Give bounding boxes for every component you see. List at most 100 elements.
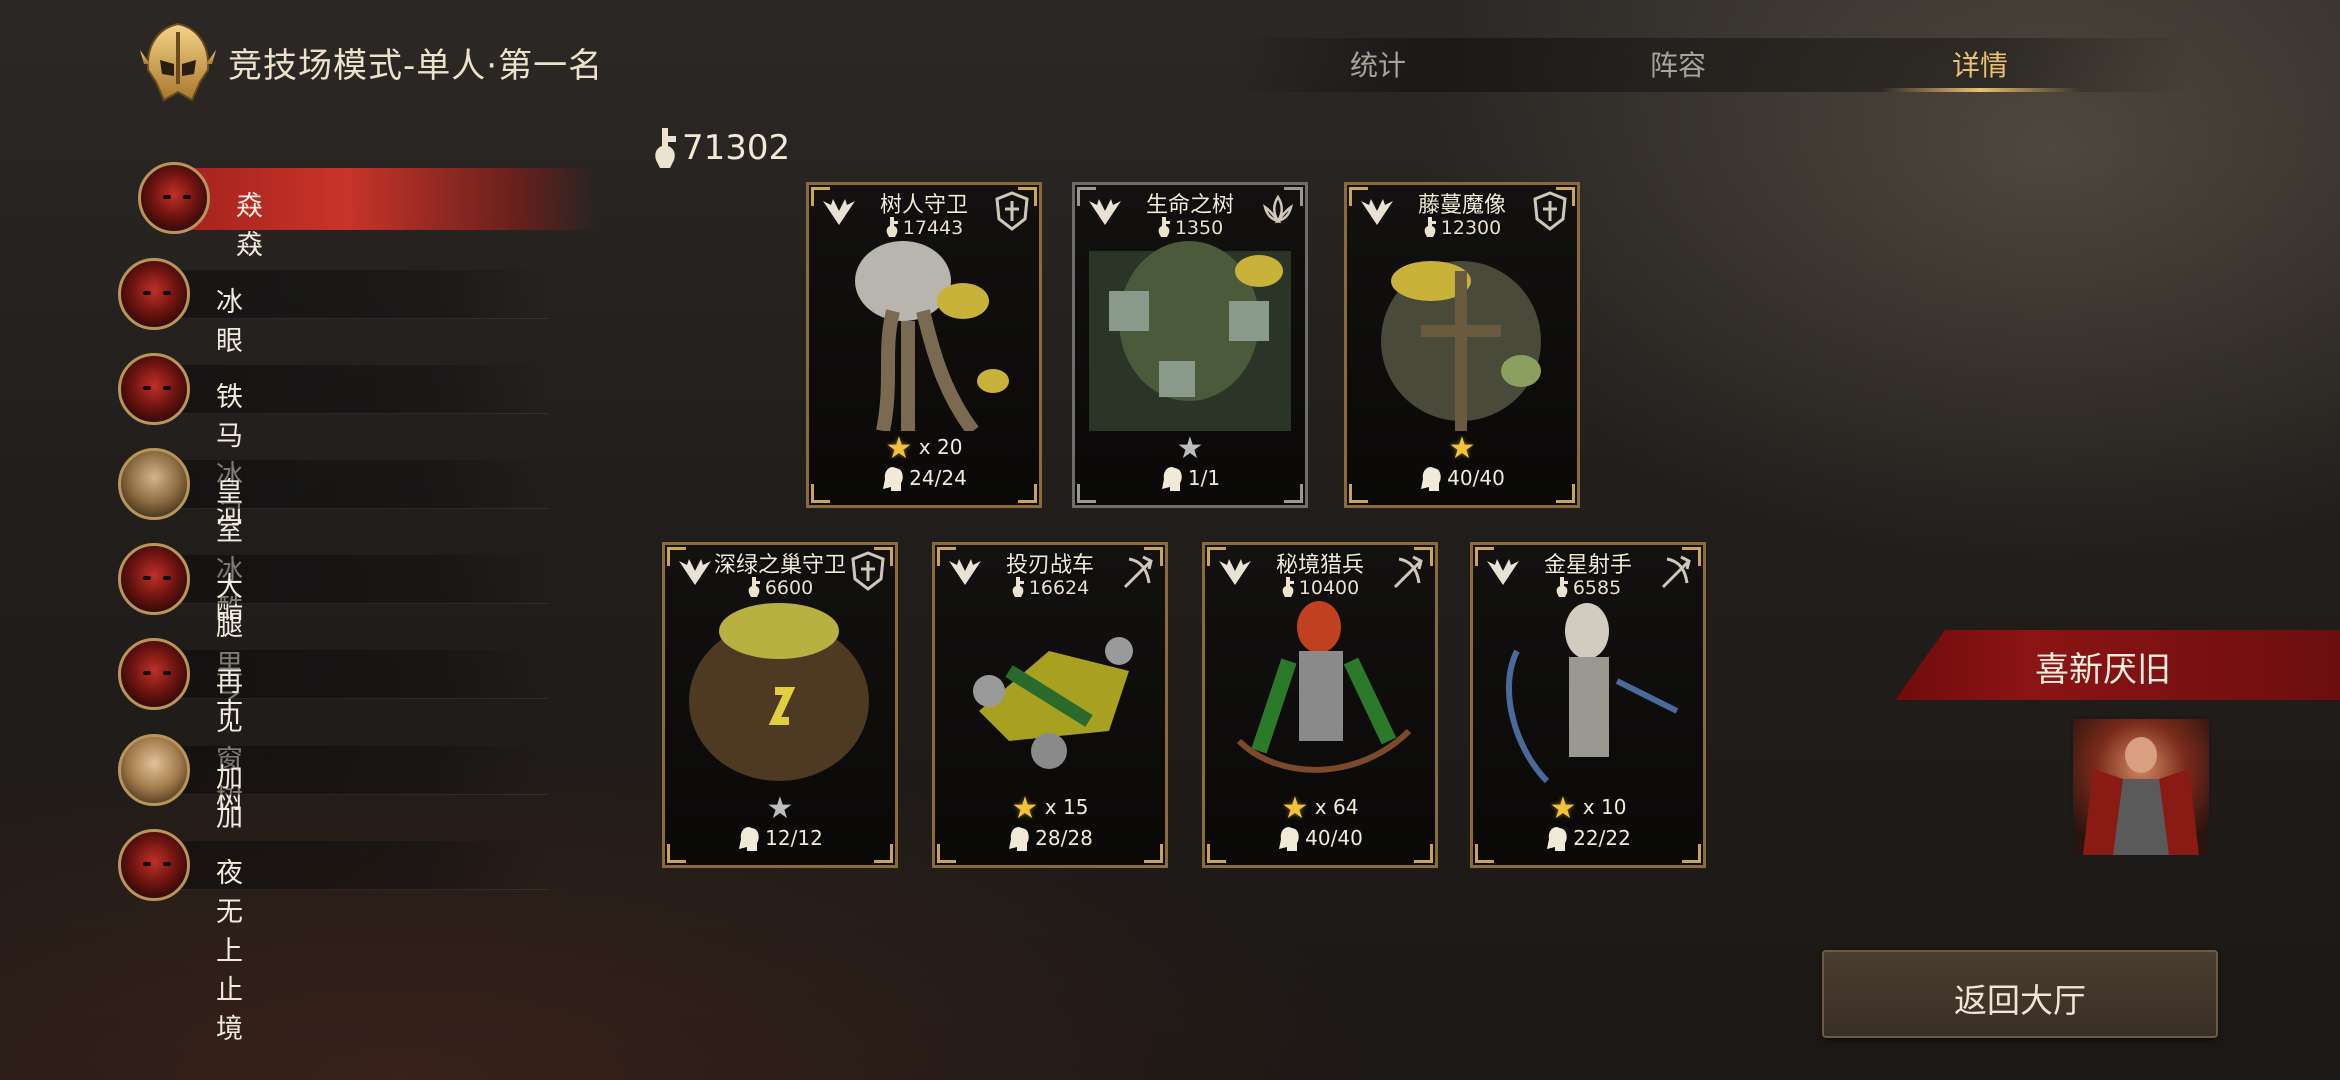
unit-power: 6585: [1473, 577, 1703, 599]
page-title: 竞技场模式-单人·第一名: [228, 46, 604, 86]
unit-power-value: 10400: [1298, 577, 1360, 599]
unit-stars: ★ x 15: [935, 791, 1165, 826]
unit-count: 1/1: [1075, 465, 1305, 491]
unit-count: 12/12: [665, 825, 895, 851]
power-icon: [1556, 577, 1568, 597]
vine-golem-art-icon: [1381, 261, 1541, 431]
unit-power-value: 1350: [1174, 217, 1224, 239]
power-icon: [1158, 217, 1170, 237]
soldier-head-icon: [883, 467, 903, 491]
demon-mask-avatar: [118, 829, 190, 901]
unit-count-value: 40/40: [1305, 826, 1363, 850]
power-icon: [748, 577, 760, 597]
unit-power: 1350: [1075, 217, 1305, 239]
soldier-head-icon: [1009, 827, 1029, 851]
power-icon: [886, 217, 898, 237]
unit-count: 24/24: [809, 465, 1039, 491]
power-icon: [1424, 217, 1436, 237]
unit-count-value: 24/24: [909, 466, 967, 490]
unit-count-value: 22/22: [1573, 826, 1631, 850]
unit-stars: ★ x 10: [1473, 791, 1703, 826]
player-name: 加加: [216, 763, 243, 833]
star-icon: ★: [885, 431, 913, 466]
star-count: x 10: [1582, 795, 1627, 819]
unit-count: 40/40: [1205, 825, 1435, 851]
unit-power-value: 6600: [764, 577, 814, 599]
unit-card-3[interactable]: 藤蔓魔像 12300 ★ 40/40: [1344, 182, 1580, 508]
treant-guard-art-icon: [855, 241, 1009, 431]
unit-power: 16624: [935, 577, 1165, 599]
unit-count-value: 1/1: [1187, 466, 1221, 490]
tab-lineup[interactable]: 阵容: [1650, 44, 1706, 84]
return-to-lobby-label: 返回大厅: [1954, 981, 2086, 1020]
power-icon: [1012, 577, 1024, 597]
tab-statistics[interactable]: 统计: [1350, 44, 1406, 84]
elf-hero-avatar: [118, 448, 190, 520]
tree-of-life-art-icon: [1089, 241, 1291, 431]
star-icon: ★: [1176, 431, 1204, 466]
unit-count-value: 28/28: [1035, 826, 1093, 850]
deepgreen-nest-guard-art-icon: [689, 603, 869, 781]
demon-mask-avatar: [118, 638, 190, 710]
demon-mask-avatar: [138, 162, 210, 234]
unit-power: 10400: [1205, 577, 1435, 599]
unit-name: 投刃战车: [1005, 553, 1094, 578]
soldier-head-icon: [1279, 827, 1299, 851]
golden-star-archer-art-icon: [1506, 603, 1679, 784]
unit-card-7[interactable]: 金星射手 6585 ★ x 10 22/22: [1470, 542, 1706, 868]
unit-card-2[interactable]: 生命之树 1350 ★ 1/1: [1072, 182, 1308, 508]
unit-power-value: 16624: [1028, 577, 1090, 599]
unit-count: 22/22: [1473, 825, 1703, 851]
unit-card-4[interactable]: 深绿之巢守卫 6600 ★ 12/12: [662, 542, 898, 868]
unit-card-1[interactable]: 树人守卫 17443 ★ x 20 24/24: [806, 182, 1042, 508]
unit-card-6[interactable]: 秘境猎兵 10400 ★ x 64 40/40: [1202, 542, 1438, 868]
player-name: 夜无上止境: [216, 858, 243, 1045]
unit-power: 12300: [1347, 217, 1577, 239]
return-to-lobby-button[interactable]: 返回大厅: [1822, 950, 2218, 1038]
soldier-head-icon: [739, 827, 759, 851]
unit-name: 秘境猎兵: [1275, 553, 1364, 578]
soldier-head-icon: [1547, 827, 1567, 851]
unit-card-5[interactable]: 投刃战车 16624 ★ x 15 28/28: [932, 542, 1168, 868]
tab-details[interactable]: 详情: [1952, 44, 2008, 84]
unit-name: 金星射手: [1543, 553, 1632, 578]
hero-banner-text: 喜新厌旧: [2035, 650, 2171, 690]
star-icon: ★: [1281, 791, 1309, 826]
red-armored-hero-icon: [2083, 737, 2199, 855]
unit-stars: ★ x 20: [809, 431, 1039, 466]
soldier-head-icon: [1161, 467, 1182, 491]
power-icon: [1282, 577, 1294, 597]
star-icon: ★: [1549, 791, 1577, 826]
power-icon: [655, 128, 676, 168]
unit-power-value: 12300: [1440, 217, 1502, 239]
unit-power-value: 17443: [902, 217, 964, 239]
star-icon: ★: [1011, 791, 1039, 826]
unit-stars: ★ x 64: [1205, 791, 1435, 826]
unit-name: 生命之树: [1145, 193, 1234, 218]
unit-count-value: 40/40: [1447, 466, 1505, 490]
mystic-ranger-art-icon: [1236, 601, 1412, 773]
demon-mask-avatar: [118, 543, 190, 615]
female-hero-avatar: [118, 734, 190, 806]
active-tab-indicator: [1880, 88, 2080, 92]
unit-power-value: 6585: [1572, 577, 1622, 599]
unit-power: 17443: [809, 217, 1039, 239]
unit-count: 28/28: [935, 825, 1165, 851]
unit-name: 深绿之巢守卫: [713, 553, 846, 578]
demon-mask-avatar: [118, 353, 190, 425]
hero-portrait[interactable]: [2070, 716, 2212, 858]
unit-count-value: 12/12: [765, 826, 823, 850]
star-count: x 20: [918, 435, 963, 459]
star-icon: ★: [766, 791, 794, 826]
arena-helmet-logo-icon: [140, 22, 216, 102]
unit-stars: ★: [1347, 431, 1577, 466]
star-icon: ★: [1448, 431, 1476, 466]
unit-count: 40/40: [1347, 465, 1577, 491]
unit-stars: ★: [665, 791, 895, 826]
total-power-value: 71302: [682, 128, 791, 168]
star-count: x 64: [1314, 795, 1359, 819]
star-count: x 15: [1044, 795, 1089, 819]
soldier-head-icon: [1421, 467, 1441, 491]
unit-name: 树人守卫: [879, 193, 968, 218]
unit-power: 6600: [665, 577, 895, 599]
